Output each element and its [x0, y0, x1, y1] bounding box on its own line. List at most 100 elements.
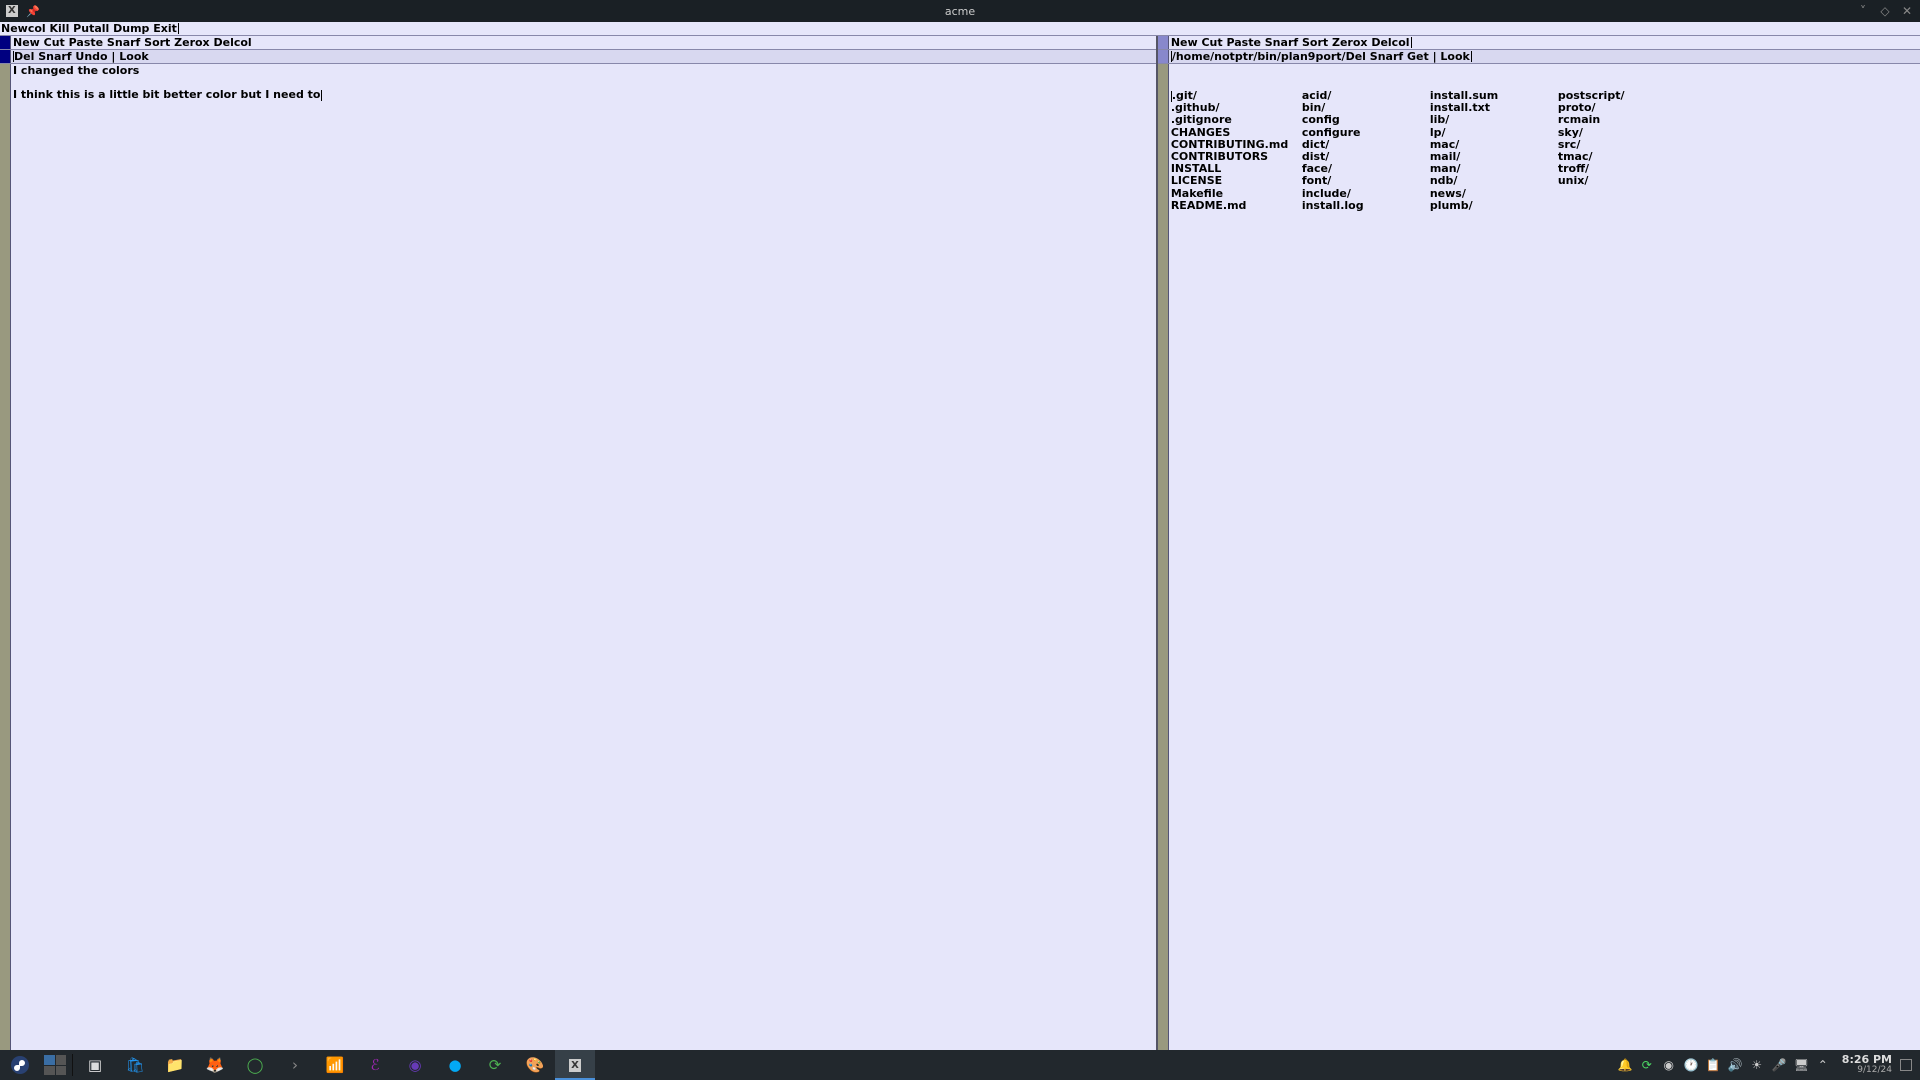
column-scrollbox[interactable] — [1158, 36, 1169, 49]
scrollbar[interactable] — [0, 64, 11, 1050]
column-tag-text[interactable]: New Cut Paste Snarf Sort Zerox Delcol — [13, 36, 252, 49]
dir-entry[interactable]: config — [1302, 114, 1430, 126]
window-tag-cmds[interactable]: Del Snarf Get | Look — [1346, 50, 1470, 63]
dir-entry[interactable]: ndb/ — [1430, 175, 1558, 187]
taskbar: ▣ 🛍 📁 🦊 ◯ › 📶 ℰ ◉ ● ⟳ 🎨 X 🔔 ⟳ ◉ 🕐 📋 🔊 ☀ … — [0, 1050, 1920, 1080]
taskbar-app-rss[interactable]: 📶 — [315, 1050, 355, 1080]
clock-icon[interactable]: 🕐 — [1684, 1058, 1698, 1072]
steam-icon[interactable]: ◉ — [1662, 1058, 1676, 1072]
start-button[interactable] — [0, 1050, 40, 1080]
dir-entry[interactable]: rcmain — [1558, 114, 1918, 126]
taskbar-app-purple[interactable]: ◉ — [395, 1050, 435, 1080]
dir-entry[interactable]: troff/ — [1558, 163, 1918, 175]
volume-icon[interactable]: 🔊 — [1728, 1058, 1742, 1072]
text-content[interactable]: I changed the colors I think this is a l… — [11, 64, 1156, 1050]
scrollbar[interactable] — [1158, 64, 1169, 1050]
acme-column-right: New Cut Paste Snarf Sort Zerox Delcol /h… — [1156, 36, 1920, 1050]
brightness-icon[interactable]: ☀ — [1750, 1058, 1764, 1072]
sync-tray-icon[interactable]: ⟳ — [1640, 1058, 1654, 1072]
swirl-icon: ◉ — [405, 1055, 425, 1075]
taskbar-app-green[interactable]: ◯ — [235, 1050, 275, 1080]
dir-entry[interactable]: tmac/ — [1558, 151, 1918, 163]
taskbar-app-terminal[interactable]: ▣ — [75, 1050, 115, 1080]
window-controls: ˅ ◇ ✕ — [1856, 4, 1914, 18]
dir-entry[interactable]: Makefile — [1171, 188, 1302, 200]
dir-entry[interactable]: include/ — [1302, 188, 1430, 200]
window-tag-left[interactable]: Del Snarf Undo | Look — [0, 50, 1156, 64]
emacs-icon: ℰ — [365, 1055, 385, 1075]
taskbar-app-image[interactable]: 🎨 — [515, 1050, 555, 1080]
titlebar-left: 📌 — [6, 5, 38, 17]
row-tag-text[interactable]: Newcol Kill Putall Dump Exit — [1, 22, 177, 35]
dir-entry[interactable]: proto/ — [1558, 102, 1918, 114]
dir-entry[interactable]: unix/ — [1558, 175, 1918, 187]
column-tag-text[interactable]: New Cut Paste Snarf Sort Zerox Delcol — [1171, 36, 1410, 49]
taskbar-app-shell[interactable]: › — [275, 1050, 315, 1080]
column-tag-left[interactable]: New Cut Paste Snarf Sort Zerox Delcol — [0, 36, 1156, 50]
firefox-icon: 🦊 — [205, 1055, 225, 1075]
taskbar-app-acme[interactable]: X — [555, 1050, 595, 1080]
x-icon: X — [565, 1055, 585, 1075]
workspace-switcher[interactable] — [40, 1050, 70, 1080]
dir-entry[interactable]: sky/ — [1558, 127, 1918, 139]
dir-entry[interactable]: news/ — [1430, 188, 1558, 200]
cursor — [1411, 37, 1412, 48]
minimize-icon[interactable]: ˅ — [1856, 4, 1870, 18]
network-icon[interactable]: 🖥 — [1794, 1058, 1808, 1072]
dir-entry[interactable]: plumb/ — [1430, 200, 1558, 212]
clock[interactable]: 8:26 PM 9/12/24 — [1842, 1054, 1892, 1076]
clipboard-icon[interactable]: 📋 — [1706, 1058, 1720, 1072]
column-scrollbox[interactable] — [0, 36, 11, 49]
notification-icon[interactable]: 🔔 — [1618, 1058, 1632, 1072]
dir-entry[interactable]: README.md — [1171, 200, 1302, 212]
taskbar-app-files[interactable]: 📁 — [155, 1050, 195, 1080]
circle-icon: ◯ — [245, 1055, 265, 1075]
close-icon[interactable]: ✕ — [1900, 4, 1914, 18]
rss-icon: 📶 — [325, 1055, 345, 1075]
taskbar-app-emacs[interactable]: ℰ — [355, 1050, 395, 1080]
dir-entry[interactable]: lp/ — [1430, 127, 1558, 139]
text-line[interactable]: I changed the colors — [13, 64, 139, 77]
dir-entry[interactable]: src/ — [1558, 139, 1918, 151]
globe-icon: ● — [445, 1055, 465, 1075]
dir-entry[interactable]: configure — [1302, 127, 1430, 139]
window-title: acme — [945, 5, 975, 18]
dir-entry[interactable]: install.txt — [1430, 102, 1558, 114]
dir-entry[interactable]: font/ — [1302, 175, 1430, 187]
dir-col-2: acid/bin/configconfiguredict/dist/face/f… — [1302, 90, 1430, 212]
dir-entry[interactable]: lib/ — [1430, 114, 1558, 126]
window-tag-right[interactable]: /home/notptr/bin/plan9port/ Del Snarf Ge… — [1158, 50, 1920, 64]
maximize-icon[interactable]: ◇ — [1878, 4, 1892, 18]
window-scrollbox[interactable] — [1158, 50, 1169, 63]
window-body-left[interactable]: I changed the colors I think this is a l… — [0, 64, 1156, 1050]
directory-listing[interactable]: .git/.github/.gitignoreCHANGESCONTRIBUTI… — [1169, 64, 1920, 1050]
mic-icon[interactable]: 🎤 — [1772, 1058, 1786, 1072]
window-body-right[interactable]: .git/.github/.gitignoreCHANGESCONTRIBUTI… — [1158, 64, 1920, 1050]
dir-columns: .git/.github/.gitignoreCHANGESCONTRIBUTI… — [1171, 89, 1918, 212]
pin-icon[interactable]: 📌 — [26, 5, 38, 17]
dir-entry[interactable]: install.log — [1302, 200, 1430, 212]
folder-icon: 📁 — [165, 1055, 185, 1075]
taskbar-app-firefox[interactable]: 🦊 — [195, 1050, 235, 1080]
dir-col-1: .git/.github/.gitignoreCHANGESCONTRIBUTI… — [1171, 90, 1302, 212]
dir-entry[interactable]: .gitignore — [1171, 114, 1302, 126]
taskbar-app-blue[interactable]: ● — [435, 1050, 475, 1080]
column-tag-right[interactable]: New Cut Paste Snarf Sort Zerox Delcol — [1158, 36, 1920, 50]
fedora-icon — [10, 1055, 30, 1075]
bag-icon: 🛍 — [125, 1055, 145, 1075]
text-line[interactable]: I think this is a little bit better colo… — [13, 88, 320, 101]
dir-entry[interactable]: postscript/ — [1558, 90, 1918, 102]
window-tag-text[interactable]: Del Snarf Undo | Look — [14, 50, 149, 63]
dir-entry[interactable]: CHANGES — [1171, 127, 1302, 139]
dir-col-3: install.suminstall.txtlib/lp/mac/mail/ma… — [1430, 90, 1558, 212]
dir-entry[interactable]: LICENSE — [1171, 175, 1302, 187]
cursor — [1471, 51, 1472, 62]
acme-row-tag[interactable]: Newcol Kill Putall Dump Exit — [0, 22, 1920, 36]
taskbar-app-software[interactable]: 🛍 — [115, 1050, 155, 1080]
chevron-up-icon[interactable]: ⌃ — [1816, 1058, 1830, 1072]
show-desktop[interactable] — [1900, 1059, 1912, 1071]
taskbar-app-sync[interactable]: ⟳ — [475, 1050, 515, 1080]
window-titlebar: 📌 acme ˅ ◇ ✕ — [0, 0, 1920, 22]
window-scrollbox[interactable] — [0, 50, 11, 63]
window-tag-path[interactable]: /home/notptr/bin/plan9port/ — [1172, 50, 1346, 63]
